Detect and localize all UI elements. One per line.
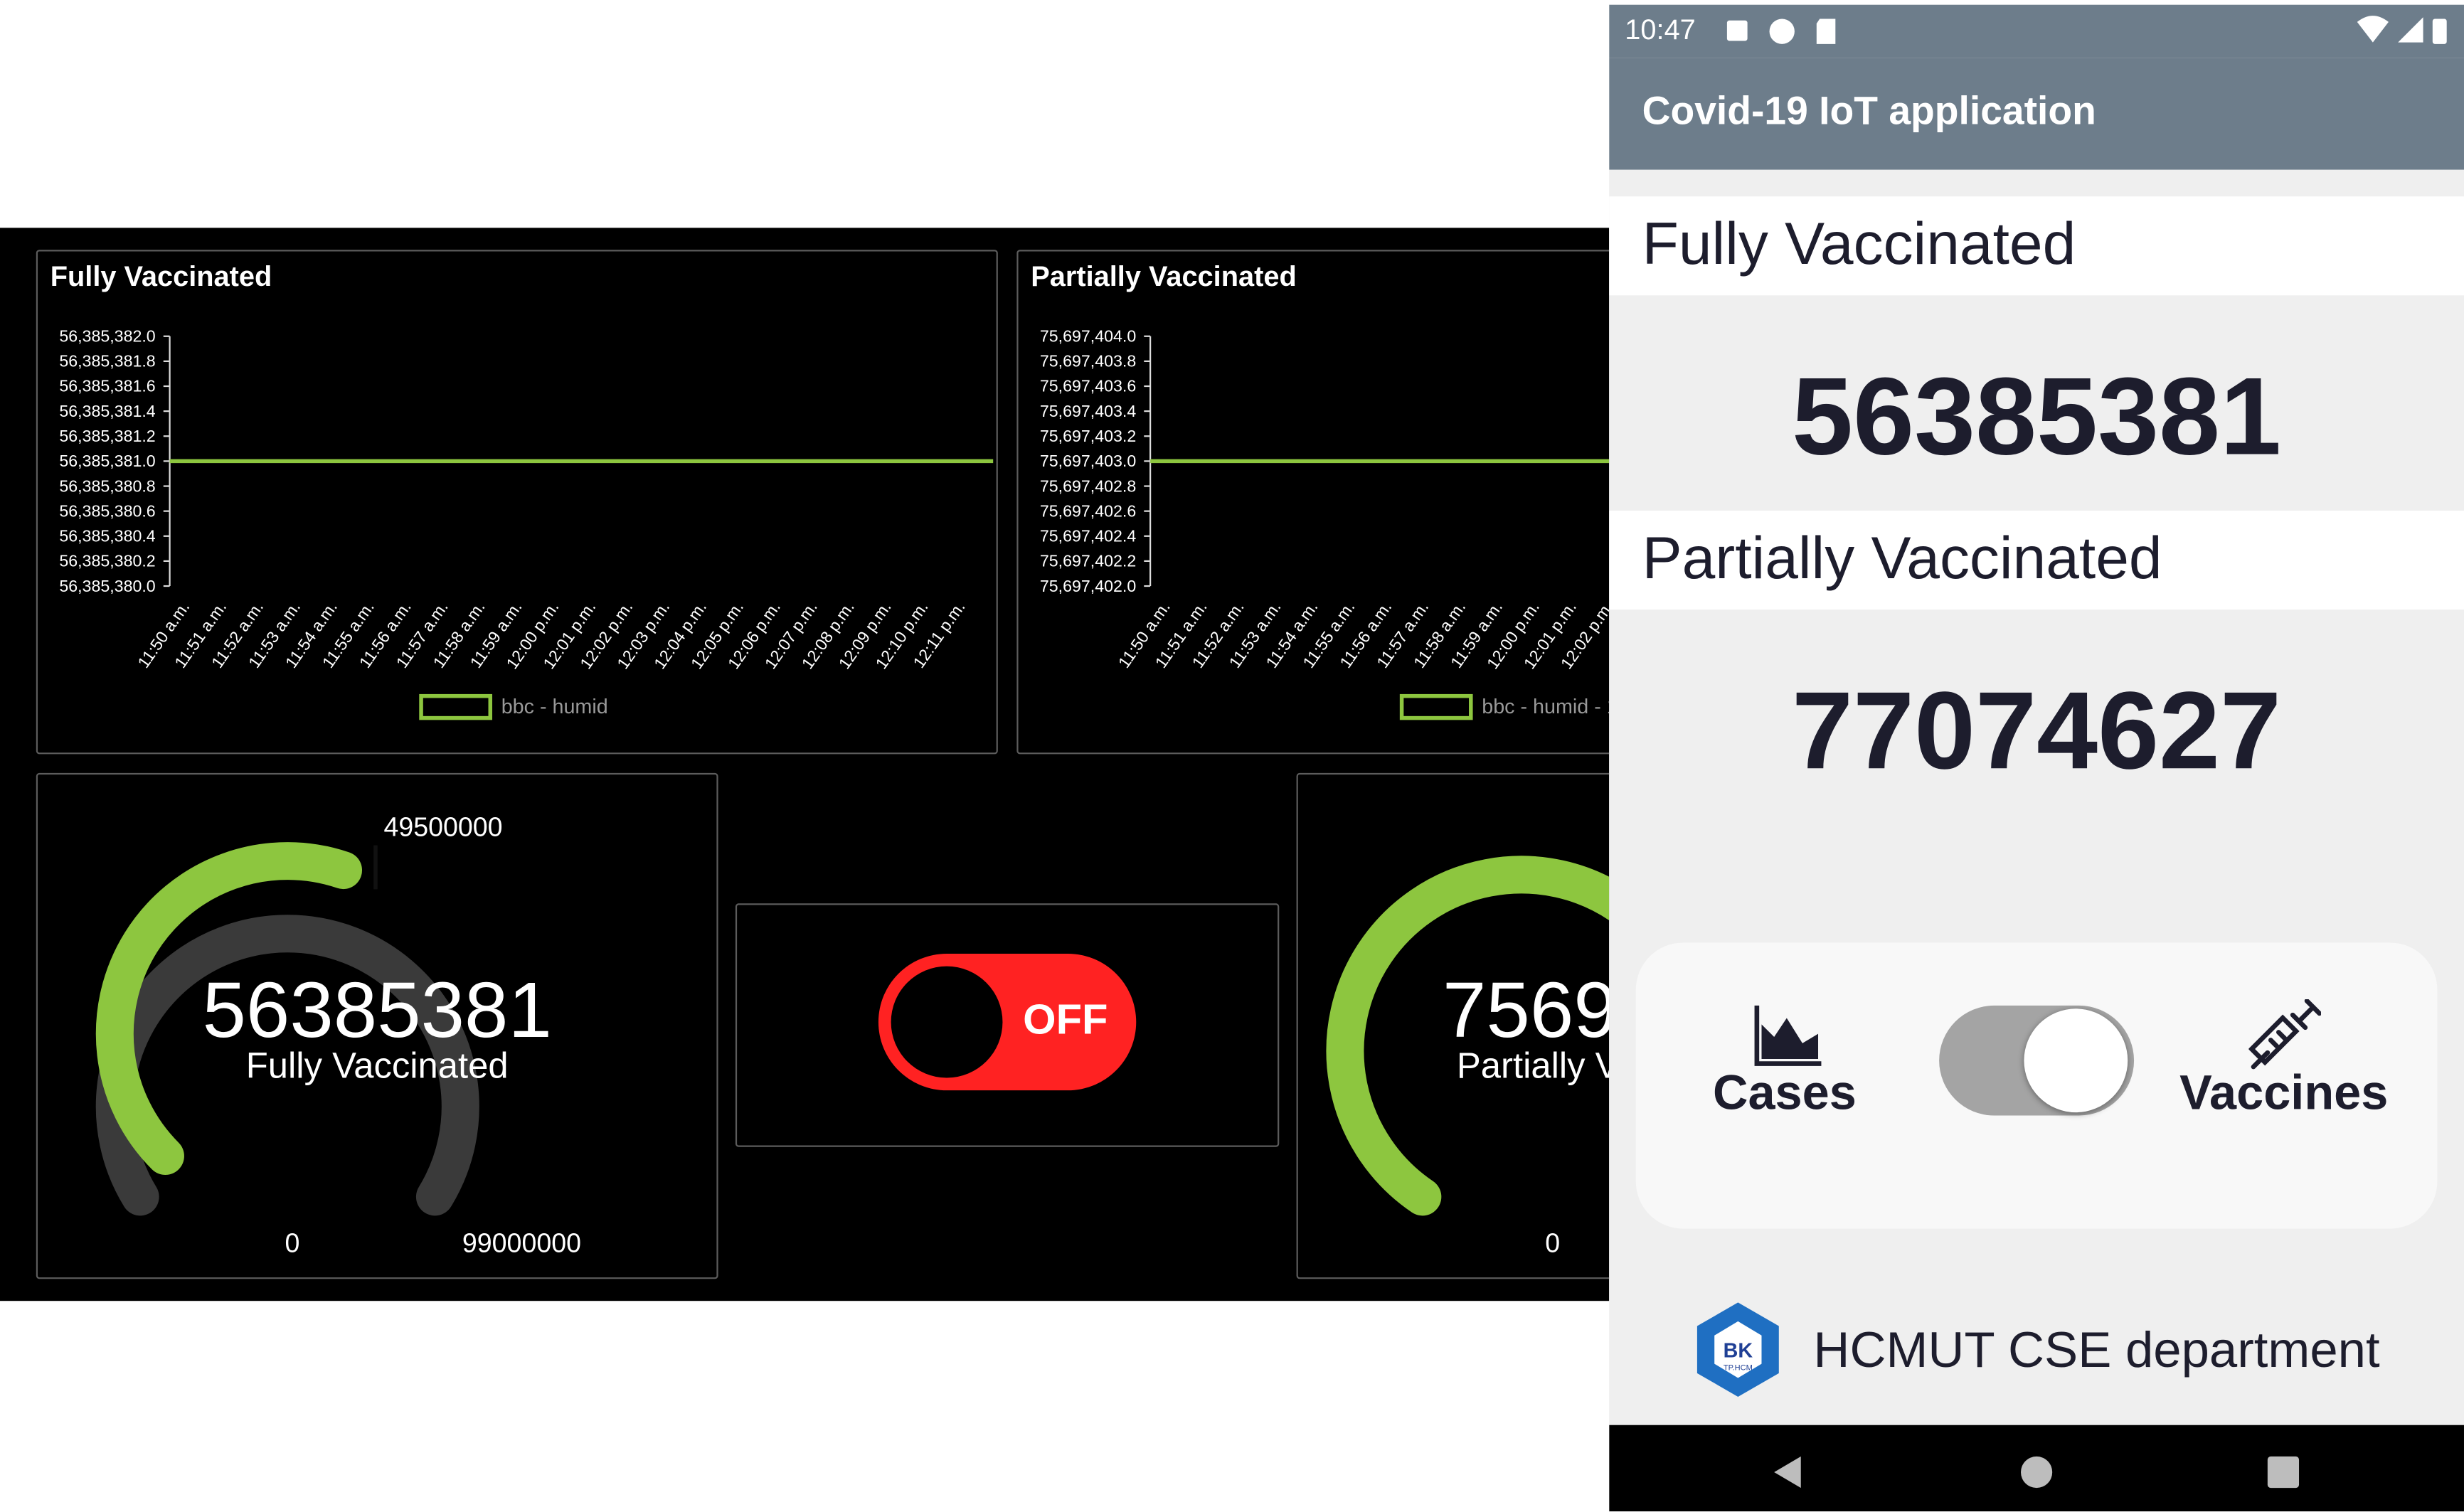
fully-vaccinated-gauge: 49500000 56385381 Fully Vaccinated 0 990… xyxy=(95,811,581,1258)
power-switch[interactable]: OFF xyxy=(878,953,1137,1091)
y-tick-label: 75,697,402.2 xyxy=(1040,552,1136,570)
partially-vaccinated-gauge: 75697403 Partially Vaccinated 0 xyxy=(1326,856,1610,1258)
fully-vaccinated-gauge-panel: 49500000 56385381 Fully Vaccinated 0 990… xyxy=(36,772,718,1279)
gauge-value: 75697403 xyxy=(1443,967,1609,1054)
y-tick-label: 56,385,380.8 xyxy=(59,477,155,495)
gauge-max-marker-label: 49500000 xyxy=(383,811,502,841)
cases-button[interactable]: Cases xyxy=(1713,1065,1857,1122)
vaccines-button[interactable]: Vaccines xyxy=(2179,1065,2388,1122)
area-chart-icon xyxy=(1754,1005,1822,1066)
gauge-value: 56385381 xyxy=(203,967,552,1054)
fully-vaccinated-label: Fully Vaccinated xyxy=(1642,212,2076,279)
partially-vaccinated-value: 77074627 xyxy=(1792,669,2282,792)
partially-vaccinated-header: Partially Vaccinated xyxy=(1609,510,2464,610)
fully-vaccinated-chart-panel: Fully Vaccinated 56,385,382.0 56,385,381.… xyxy=(36,250,998,755)
y-tick-label: 75,697,402.8 xyxy=(1040,477,1136,495)
gauge-label: Fully Vaccinated xyxy=(246,1045,509,1085)
department-label: HCMUT CSE department xyxy=(1813,1321,2380,1378)
sd-card-icon xyxy=(1816,18,1836,44)
switch-panel: OFF xyxy=(735,903,1280,1147)
notification-icons xyxy=(1726,18,1836,44)
status-time: 10:47 xyxy=(1625,14,1696,46)
mode-toggle[interactable] xyxy=(1939,1005,2135,1116)
y-tick-label: 56,385,381.4 xyxy=(59,402,155,420)
y-tick-label: 56,385,381.2 xyxy=(59,427,155,445)
p-notification-icon xyxy=(1769,18,1795,44)
y-tick-label: 75,697,403.0 xyxy=(1040,452,1136,470)
y-tick-label: 56,385,381.8 xyxy=(59,352,155,371)
logo-text: BK xyxy=(1724,1340,1753,1363)
gauge-max-label: 99000000 xyxy=(462,1228,581,1258)
partially-vaccinated-label: Partially Vaccinated xyxy=(1642,526,2162,592)
y-tick-label: 75,697,402.4 xyxy=(1040,527,1136,545)
back-icon[interactable] xyxy=(1770,1453,1807,1491)
legend-swatch xyxy=(419,693,493,720)
mode-switch-card: Cases Vaccines xyxy=(1635,942,2438,1229)
wifi-icon xyxy=(2357,16,2389,43)
y-tick-label: 56,385,381.6 xyxy=(59,377,155,395)
battery-icon xyxy=(2432,18,2447,44)
legend-swatch xyxy=(1399,693,1473,720)
app-title: Covid-19 IoT application xyxy=(1642,89,2096,134)
home-icon[interactable] xyxy=(2018,1453,2056,1491)
y-tick-label: 75,697,403.4 xyxy=(1040,402,1136,420)
gauge-label: Partially Vaccinated xyxy=(1457,1045,1609,1085)
y-tick-label: 75,697,402.6 xyxy=(1040,501,1136,520)
y-tick-label: 75,697,403.2 xyxy=(1040,427,1136,445)
recents-icon[interactable] xyxy=(2264,1453,2302,1491)
hcmut-logo: BK TP.HCM xyxy=(1696,1302,1779,1397)
syringe-icon xyxy=(2248,999,2321,1070)
y-tick-label: 75,697,403.6 xyxy=(1040,377,1136,395)
status-bar: 10:47 xyxy=(1609,4,2464,58)
fully-vaccinated-header: Fully Vaccinated xyxy=(1609,196,2464,296)
app-bar: Covid-19 IoT application xyxy=(1609,58,2464,170)
a-notification-icon xyxy=(1726,20,1748,41)
logo-subtext: TP.HCM xyxy=(1724,1363,1753,1372)
toggle-knob xyxy=(2024,1008,2128,1113)
y-tick-label: 56,385,380.0 xyxy=(59,577,155,595)
fully-vaccinated-value: 56385381 xyxy=(1792,355,2282,478)
mobile-app: 10:47 Covid-19 IoT application Fully Vac… xyxy=(1609,4,2464,1512)
y-tick-label: 75,697,404.0 xyxy=(1040,326,1136,345)
partially-vaccinated-chart: 75,697,404.0 75,697,403.8 75,697,403.6 75,6… xyxy=(1040,326,1610,720)
navigation-bar xyxy=(1609,1425,2464,1512)
y-tick-label: 56,385,380.4 xyxy=(59,527,155,545)
switch-knob xyxy=(891,966,1003,1078)
y-tick-label: 75,697,402.0 xyxy=(1040,577,1136,595)
gauge-min-label: 0 xyxy=(285,1228,299,1258)
partially-vaccinated-gauge-panel: 75697403 Partially Vaccinated 0 xyxy=(1296,772,1610,1279)
legend-label: bbc - humid - 1 xyxy=(1482,696,1609,718)
gauge-min-label: 0 xyxy=(1545,1228,1560,1258)
dashboard: Fully Vaccinated 56,385,382.0 56,385,381.… xyxy=(0,228,1610,1301)
y-tick-label: 56,385,380.6 xyxy=(59,501,155,520)
legend-label: bbc - humid xyxy=(501,696,608,718)
switch-state-label: OFF xyxy=(1023,996,1108,1043)
y-tick-label: 56,385,382.0 xyxy=(59,326,155,345)
y-tick-label: 56,385,381.0 xyxy=(59,452,155,470)
partially-vaccinated-chart-panel: Partially Vaccinated 75,697,404.0 75,697,… xyxy=(1016,250,1610,755)
system-status-icons xyxy=(2357,16,2447,44)
y-tick-label: 56,385,380.2 xyxy=(59,552,155,570)
signal-icon xyxy=(2398,17,2423,43)
y-tick-label: 75,697,403.8 xyxy=(1040,352,1136,371)
fully-vaccinated-chart: 56,385,382.0 56,385,381.8 56,385,381.6 56,3… xyxy=(59,326,994,720)
